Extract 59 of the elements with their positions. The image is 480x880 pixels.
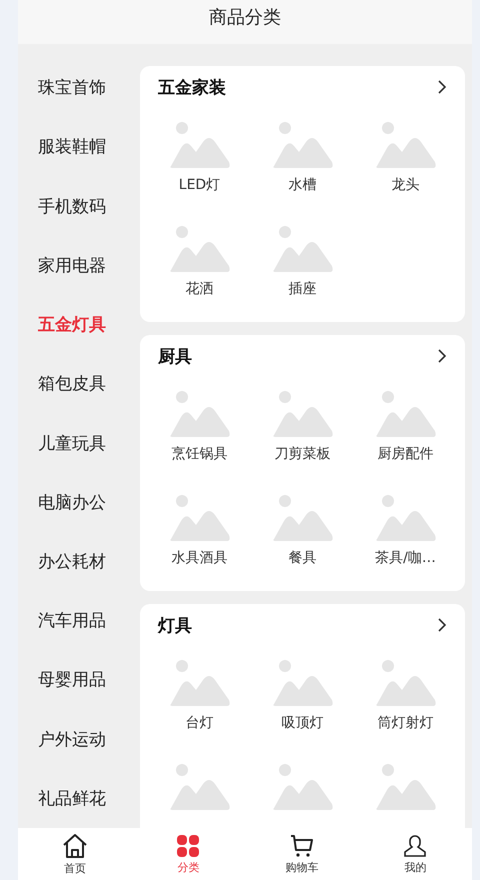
- page-title: 商品分类: [209, 6, 281, 29]
- section-title: 灯具: [158, 614, 192, 636]
- sidebar-item[interactable]: 家用电器: [18, 236, 140, 295]
- image-placeholder-icon: [272, 764, 334, 812]
- image-placeholder-icon: [168, 495, 230, 543]
- image-placeholder-icon: [168, 764, 230, 812]
- image-placeholder-icon: [272, 122, 334, 170]
- sidebar-item[interactable]: 电脑办公: [18, 472, 140, 532]
- cart-icon: [290, 834, 314, 858]
- subcategory-label[interactable]: 茶具/咖…: [375, 549, 436, 567]
- image-placeholder-icon: [374, 764, 436, 812]
- subcategory-label[interactable]: 筒灯射灯: [378, 714, 434, 732]
- image-placeholder-icon: [374, 660, 436, 708]
- subcategory-label[interactable]: LED灯: [178, 176, 220, 194]
- subcategory-label[interactable]: 龙头: [392, 176, 420, 194]
- image-placeholder-icon: [374, 495, 436, 543]
- subcategory-label[interactable]: 吸顶灯: [282, 714, 324, 732]
- grid-icon: [176, 834, 200, 858]
- subcategory-label[interactable]: 刀剪菜板: [274, 445, 330, 463]
- subcategory-label[interactable]: 插座: [288, 280, 316, 298]
- subcategory-label[interactable]: 烹饪锅具: [172, 445, 228, 463]
- sidebar-item[interactable]: 母婴用品: [18, 650, 140, 710]
- sidebar-item[interactable]: 儿童玩具: [18, 413, 140, 473]
- image-placeholder-icon: [272, 495, 334, 543]
- tab-item[interactable]: 首页: [18, 828, 132, 880]
- tab-item[interactable]: 分类: [132, 828, 245, 880]
- sidebar-item[interactable]: 户外运动: [18, 710, 140, 769]
- subcategory-label[interactable]: 餐具: [288, 549, 316, 567]
- tab-item[interactable]: 购物车: [245, 828, 358, 880]
- image-placeholder-icon: [272, 391, 334, 439]
- subcategory-label[interactable]: 花洒: [186, 280, 214, 298]
- chevron-right-icon[interactable]: [437, 348, 447, 364]
- image-placeholder-icon: [272, 226, 334, 274]
- sidebar-item[interactable]: 礼品鲜花: [18, 768, 140, 828]
- user-icon: [403, 834, 428, 858]
- image-placeholder-icon: [168, 660, 230, 708]
- sidebar-item[interactable]: 办公耗材: [18, 532, 140, 592]
- sidebar-item[interactable]: 箱包皮具: [18, 354, 140, 414]
- subcategory-label[interactable]: 台灯: [186, 714, 214, 732]
- sidebar-item[interactable]: 手机数码: [18, 176, 140, 236]
- subcategory-label[interactable]: 水槽: [288, 176, 316, 194]
- image-placeholder-icon: [168, 226, 230, 274]
- sidebar-item[interactable]: 五金灯具: [18, 294, 140, 354]
- image-placeholder-icon: [374, 122, 436, 170]
- image-placeholder-icon: [168, 122, 230, 170]
- chevron-right-icon[interactable]: [437, 79, 447, 95]
- image-placeholder-icon: [168, 391, 230, 439]
- sidebar-item[interactable]: 汽车用品: [18, 591, 140, 650]
- image-placeholder-icon: [272, 660, 334, 708]
- tab-item[interactable]: 我的: [358, 828, 472, 880]
- image-placeholder-icon: [374, 391, 436, 439]
- section-title: 厨具: [158, 346, 192, 368]
- subcategory-label[interactable]: 厨房配件: [378, 445, 434, 463]
- sidebar-item[interactable]: 服装鞋帽: [18, 117, 140, 176]
- sidebar-item[interactable]: 珠宝首饰: [18, 58, 140, 118]
- section-title: 五金家装: [158, 76, 226, 98]
- chevron-right-icon[interactable]: [437, 617, 447, 633]
- home-icon: [62, 832, 88, 858]
- subcategory-label[interactable]: 水具酒具: [172, 549, 228, 567]
